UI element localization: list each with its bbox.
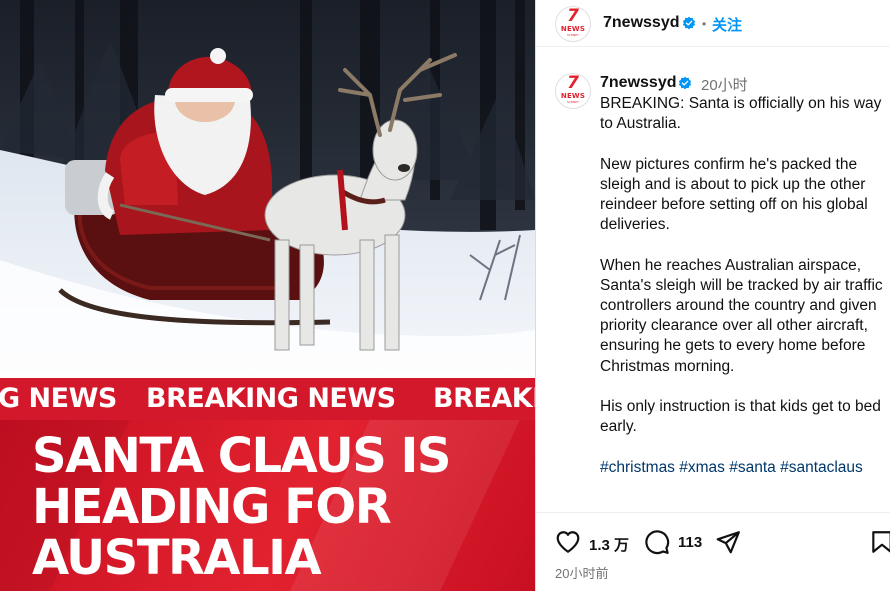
action-bar: 1.3 万 113 20小时前 xyxy=(536,512,890,592)
post-header: 7 NEWS SYDNEY 7newssyd • 关注 xyxy=(536,0,890,47)
verified-icon xyxy=(678,76,692,90)
hashtag-link[interactable]: #santa xyxy=(729,459,776,476)
caption-time[interactable]: 20小时 xyxy=(701,74,748,95)
hashtag-link[interactable]: #christmas xyxy=(600,459,675,476)
ticker-item: BREAKING NEWS xyxy=(433,383,535,414)
caption-paragraph: When he reaches Australian airspace, San… xyxy=(600,256,883,375)
bookmark-icon[interactable] xyxy=(869,529,890,555)
post-panel: 7 NEWS SYDNEY 7newssyd • 关注 7 NEWS SYDNE… xyxy=(535,0,890,591)
comment-count[interactable]: 113 xyxy=(678,534,702,551)
header-username[interactable]: 7newssyd xyxy=(603,14,679,32)
breaking-news-ticker: G NEWS BREAKING NEWS BREAKING NEWS xyxy=(0,378,535,420)
verified-icon xyxy=(682,16,696,30)
caption-text: BREAKING: Santa is officially on his way… xyxy=(600,94,888,514)
comment-icon[interactable] xyxy=(644,529,670,555)
ticker-item: G NEWS xyxy=(0,383,117,414)
separator-dot: • xyxy=(702,17,707,31)
heart-icon[interactable] xyxy=(555,529,581,555)
caption-paragraph: BREAKING: Santa is officially on his way… xyxy=(600,95,882,133)
caption-paragraph: New pictures confirm he's packed the sle… xyxy=(600,155,868,234)
hashtag-list: #christmas #xmas #santa #santaclaus xyxy=(600,458,888,478)
follow-button[interactable]: 关注 xyxy=(712,14,742,35)
caption-username[interactable]: 7newssyd xyxy=(600,74,676,92)
caption-paragraph: His only instruction is that kids get to… xyxy=(600,398,881,436)
headline-line: AUSTRALIA xyxy=(32,530,322,586)
hashtag-link[interactable]: #xmas xyxy=(679,459,725,476)
avatar[interactable]: 7 NEWS SYDNEY xyxy=(555,6,591,42)
hashtag-link[interactable]: #santaclaus xyxy=(780,459,863,476)
post-timestamp[interactable]: 20小时前 xyxy=(555,563,608,582)
headline-line: HEADING FOR xyxy=(32,479,392,535)
post-media[interactable]: G NEWS BREAKING NEWS BREAKING NEWS SANTA… xyxy=(0,0,535,591)
like-count[interactable]: 1.3 万 xyxy=(589,534,629,555)
headline-banner: SANTA CLAUS IS HEADING FOR AUSTRALIA xyxy=(0,420,535,591)
ticker-item: BREAKING NEWS xyxy=(146,383,396,414)
share-icon[interactable] xyxy=(715,529,741,555)
headline-line: SANTA CLAUS IS xyxy=(32,428,451,484)
caption-avatar[interactable]: 7 NEWS SYDNEY xyxy=(555,73,591,109)
santa-sleigh-image xyxy=(0,0,535,380)
